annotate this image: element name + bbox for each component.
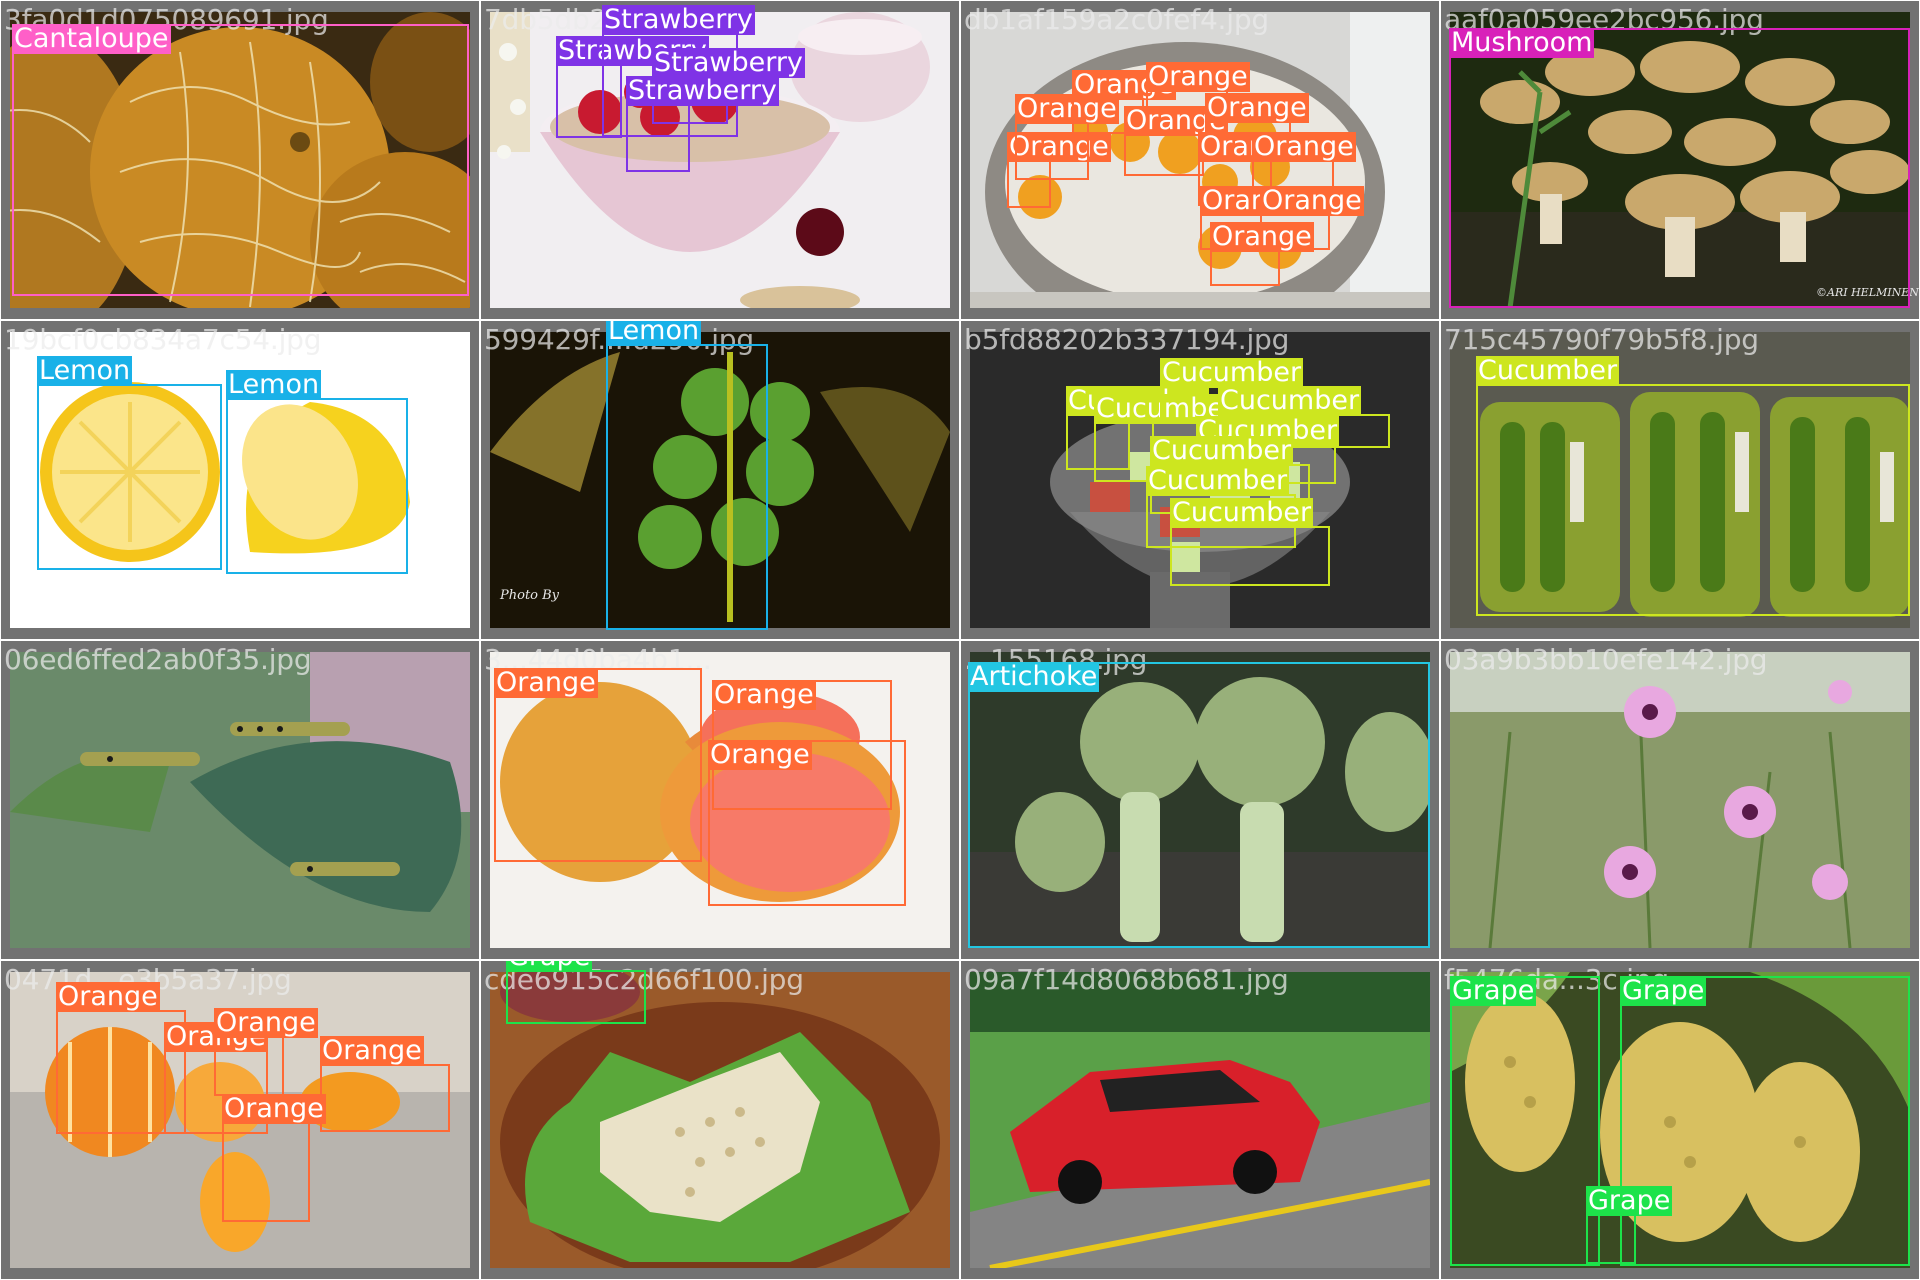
tile-cucumber-jars[interactable]: 715c45790f79b5f8.jpg Cucumber — [1440, 320, 1920, 640]
class-label: Orange — [1146, 61, 1250, 92]
tile-grapefruit[interactable]: 3...44d0ba4b1... Orange Orange Orange — [480, 640, 960, 960]
filename-label: 09a7f14d8068b681.jpg — [964, 963, 1289, 996]
detection-mosaic: 3fa0d1d075089691.jpg Cantaloupe 7db5db2d… — [0, 0, 1920, 1280]
bounding-box[interactable]: Grape — [1620, 976, 1910, 1266]
filename-label: db1af159a2c0fef4.jpg — [964, 3, 1269, 36]
class-label: Orange — [1252, 131, 1356, 162]
class-label: Orange — [708, 739, 812, 770]
tile-grapes[interactable]: f5476da...3c.jpg Grape Grape Grape — [1440, 960, 1920, 1280]
class-label: Orange — [214, 1007, 318, 1038]
bounding-box[interactable]: Cucumber — [1170, 498, 1330, 586]
class-label: Orange — [56, 981, 160, 1012]
class-label: Orange — [320, 1035, 424, 1066]
bounding-box[interactable]: Orange — [494, 668, 702, 862]
bounding-box[interactable]: Orange — [708, 740, 906, 906]
class-label: Grape — [1586, 1185, 1673, 1216]
class-label: Orange — [1205, 92, 1309, 123]
bounding-box[interactable]: Cucumber — [1094, 394, 1238, 482]
class-label: Strawberry — [602, 4, 755, 35]
class-label: Orange — [1260, 185, 1364, 216]
photo — [1450, 652, 1910, 948]
class-label: Strawberry — [652, 47, 805, 78]
filename-label: 03a9b3bb10efe142.jpg — [1444, 643, 1768, 676]
class-label: Cucumber — [1150, 435, 1294, 466]
class-label: Lemon — [606, 320, 702, 346]
class-label: Orange — [222, 1093, 326, 1124]
tile-lime[interactable]: 599429f....d290.jpg Photo By Lemon — [480, 320, 960, 640]
bounding-box[interactable]: Lemon — [37, 356, 222, 570]
bounding-box[interactable]: Orange — [320, 1036, 450, 1132]
filename-label: b5fd88202b337194.jpg — [964, 323, 1290, 356]
tile-artichoke[interactable]: ...155168.jpg Artichoke — [960, 640, 1440, 960]
bounding-box[interactable]: Lemon — [226, 370, 408, 574]
class-label: Strawberry — [626, 75, 779, 106]
class-label: Cucumber — [1476, 355, 1620, 386]
photo-credit: Photo By — [500, 588, 560, 603]
bounding-box[interactable]: Artichoke — [968, 662, 1430, 948]
bounding-box[interactable]: Grape — [506, 960, 646, 1024]
class-label: Lemon — [37, 355, 133, 386]
bounding-box[interactable]: Cantaloupe — [12, 24, 469, 296]
bounding-box[interactable]: Orange — [1210, 222, 1314, 286]
class-label: Grape — [1450, 975, 1537, 1006]
photo — [970, 972, 1430, 1268]
class-label: Mushroom — [1449, 27, 1595, 58]
class-label: Artichoke — [968, 661, 1100, 692]
bounding-box[interactable]: Lemon — [606, 320, 768, 630]
tile-strawberry[interactable]: 7db5db2d....jpg Strawberry Strawberry St… — [480, 0, 960, 320]
tile-cucumber-bowl[interactable]: b5fd88202b337194.jpg Cucumber Cucumber C… — [960, 320, 1440, 640]
tile-poppies[interactable]: 03a9b3bb10efe142.jpg — [1440, 640, 1920, 960]
class-label: Orange — [494, 667, 598, 698]
filename-label: 715c45790f79b5f8.jpg — [1444, 323, 1759, 356]
bounding-box[interactable]: Cucumber — [1476, 356, 1910, 616]
class-label: Orange — [712, 679, 816, 710]
class-label: Lemon — [226, 369, 322, 400]
bounding-box[interactable]: Grape — [1586, 1186, 1673, 1264]
tile-mushroom[interactable]: aaf0a059ee2bc956.jpg ©ARI HELMINEN Mushr… — [1440, 0, 1920, 320]
class-label: Grape — [1620, 975, 1707, 1006]
bounding-box[interactable]: Orange — [1124, 106, 1228, 176]
bounding-box[interactable]: Strawberry — [626, 76, 779, 172]
class-label: Cucumber — [1146, 465, 1290, 496]
tile-orange-slices[interactable]: 0471d...e3b5a37.jpg Orange Orange Orange… — [0, 960, 480, 1280]
bounding-box[interactable]: Orange — [222, 1094, 326, 1222]
tile-lemon[interactable]: 19bcf0cb834a7c54.jpg Lemon Lemon — [0, 320, 480, 640]
bounding-box[interactable]: Mushroom — [1449, 28, 1910, 308]
tile-caterpillar[interactable]: 06ed6ffed2ab0f35.jpg — [0, 640, 480, 960]
tile-red-car[interactable]: 09a7f14d8068b681.jpg — [960, 960, 1440, 1280]
class-label: Cucumber — [1160, 357, 1304, 388]
tile-cantaloupe[interactable]: 3fa0d1d075089691.jpg Cantaloupe — [0, 0, 480, 320]
class-label: Orange — [1210, 221, 1314, 252]
tile-orange-pot[interactable]: db1af159a2c0fef4.jpg Orange Orange Orang… — [960, 0, 1440, 320]
bounding-box[interactable]: Orange — [214, 1008, 318, 1096]
filename-label: 19bcf0cb834a7c54.jpg — [4, 323, 322, 356]
class-label: Cantaloupe — [12, 23, 171, 54]
class-label: Cucumber — [1170, 497, 1314, 528]
tile-salad[interactable]: cde6915c2d66f100.jpg Grape — [480, 960, 960, 1280]
bounding-box[interactable]: Grape — [1450, 976, 1600, 1266]
class-label: Grape — [506, 960, 593, 972]
photo — [10, 652, 470, 948]
class-label: Cucumber — [1218, 385, 1362, 416]
filename-label: 06ed6ffed2ab0f35.jpg — [4, 643, 312, 676]
